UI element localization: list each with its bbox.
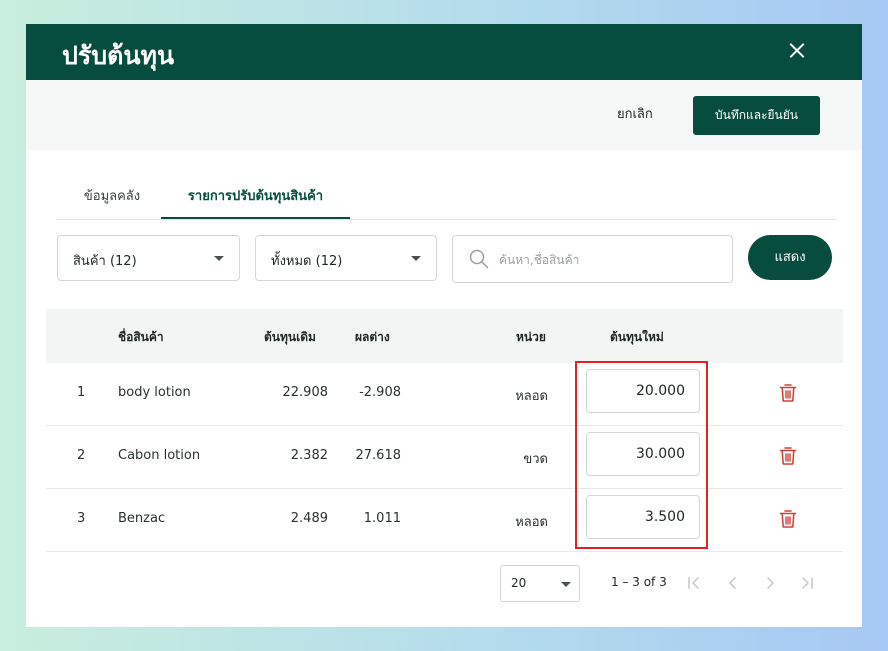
- product-name: body lotion: [118, 385, 191, 400]
- product-name: Benzac: [118, 511, 166, 526]
- tab-cost-adjustment-list[interactable]: รายการปรับต้นทุนสินค้า: [161, 176, 350, 219]
- cost-table: ชื่อสินค้า ต้นทุนเดิม ผลต่าง หน่วย ต้นทุ…: [46, 309, 843, 552]
- tab-bar: ข้อมูลคลัง รายการปรับต้นทุนสินค้า: [56, 176, 836, 220]
- search-icon: [469, 249, 489, 269]
- status-filter-value: ทั้งหมด (12): [271, 254, 343, 269]
- unit: หลอด: [515, 389, 548, 404]
- status-filter-select[interactable]: ทั้งหมด (12): [255, 235, 437, 281]
- unit: หลอด: [515, 515, 548, 530]
- page-range: 1 – 3 of 3: [611, 575, 667, 589]
- search-input[interactable]: [497, 246, 721, 274]
- next-page-icon[interactable]: [762, 575, 778, 591]
- new-cost-input[interactable]: [586, 495, 700, 539]
- header-new-cost: ต้นทุนใหม่: [610, 330, 664, 344]
- row-index: 2: [77, 448, 86, 463]
- chevron-down-icon: [214, 256, 224, 261]
- row-index: 1: [77, 385, 86, 400]
- table-row: 2 Cabon lotion 2.382 27.618 ขวด: [46, 426, 843, 489]
- chevron-down-icon: [561, 582, 571, 587]
- new-cost-input[interactable]: [586, 432, 700, 476]
- table-row: 3 Benzac 2.489 1.011 หลอด: [46, 489, 843, 552]
- header-diff: ผลต่าง: [355, 330, 390, 344]
- chevron-down-icon: [411, 256, 421, 261]
- old-cost: 22.908: [282, 385, 329, 400]
- product-filter-select[interactable]: สินค้า (12): [57, 235, 240, 281]
- row-index: 3: [77, 511, 86, 526]
- cost-diff: 27.618: [355, 448, 402, 463]
- trash-icon[interactable]: [779, 509, 797, 529]
- modal-header: ปรับต้นทุน: [26, 24, 862, 80]
- header-unit: หน่วย: [516, 330, 546, 344]
- first-page-icon[interactable]: [686, 575, 702, 591]
- header-old-cost: ต้นทุนเดิม: [264, 330, 316, 344]
- page-size-select[interactable]: 20: [500, 565, 580, 602]
- unit: ขวด: [523, 452, 548, 467]
- save-and-confirm-button[interactable]: บันทึกและยืนยัน: [693, 96, 820, 135]
- table-header: ชื่อสินค้า ต้นทุนเดิม ผลต่าง หน่วย ต้นทุ…: [46, 309, 843, 363]
- adjust-cost-modal: ปรับต้นทุน ยกเลิก บันทึกและยืนยัน ข้อมูล…: [26, 24, 862, 627]
- new-cost-input[interactable]: [586, 369, 700, 413]
- previous-page-icon[interactable]: [725, 575, 741, 591]
- cost-diff: 1.011: [363, 511, 401, 526]
- header-name: ชื่อสินค้า: [118, 330, 164, 344]
- page-size-value: 20: [511, 576, 527, 590]
- cost-diff: -2.908: [359, 385, 401, 400]
- product-filter-value: สินค้า (12): [73, 254, 137, 269]
- action-bar: ยกเลิก บันทึกและยืนยัน: [26, 80, 862, 150]
- old-cost: 2.382: [290, 448, 328, 463]
- search-box: [452, 235, 733, 283]
- product-name: Cabon lotion: [118, 448, 201, 463]
- trash-icon[interactable]: [779, 383, 797, 403]
- close-icon[interactable]: [784, 38, 810, 64]
- tab-inventory-info[interactable]: ข้อมูลคลัง: [68, 176, 156, 218]
- modal-title: ปรับต้นทุน: [62, 41, 175, 70]
- old-cost: 2.489: [290, 511, 328, 526]
- last-page-icon[interactable]: [799, 575, 815, 591]
- table-row: 1 body lotion 22.908 -2.908 หลอด: [46, 363, 843, 426]
- show-button[interactable]: แสดง: [748, 235, 832, 280]
- trash-icon[interactable]: [779, 446, 797, 466]
- cancel-button[interactable]: ยกเลิก: [609, 102, 661, 128]
